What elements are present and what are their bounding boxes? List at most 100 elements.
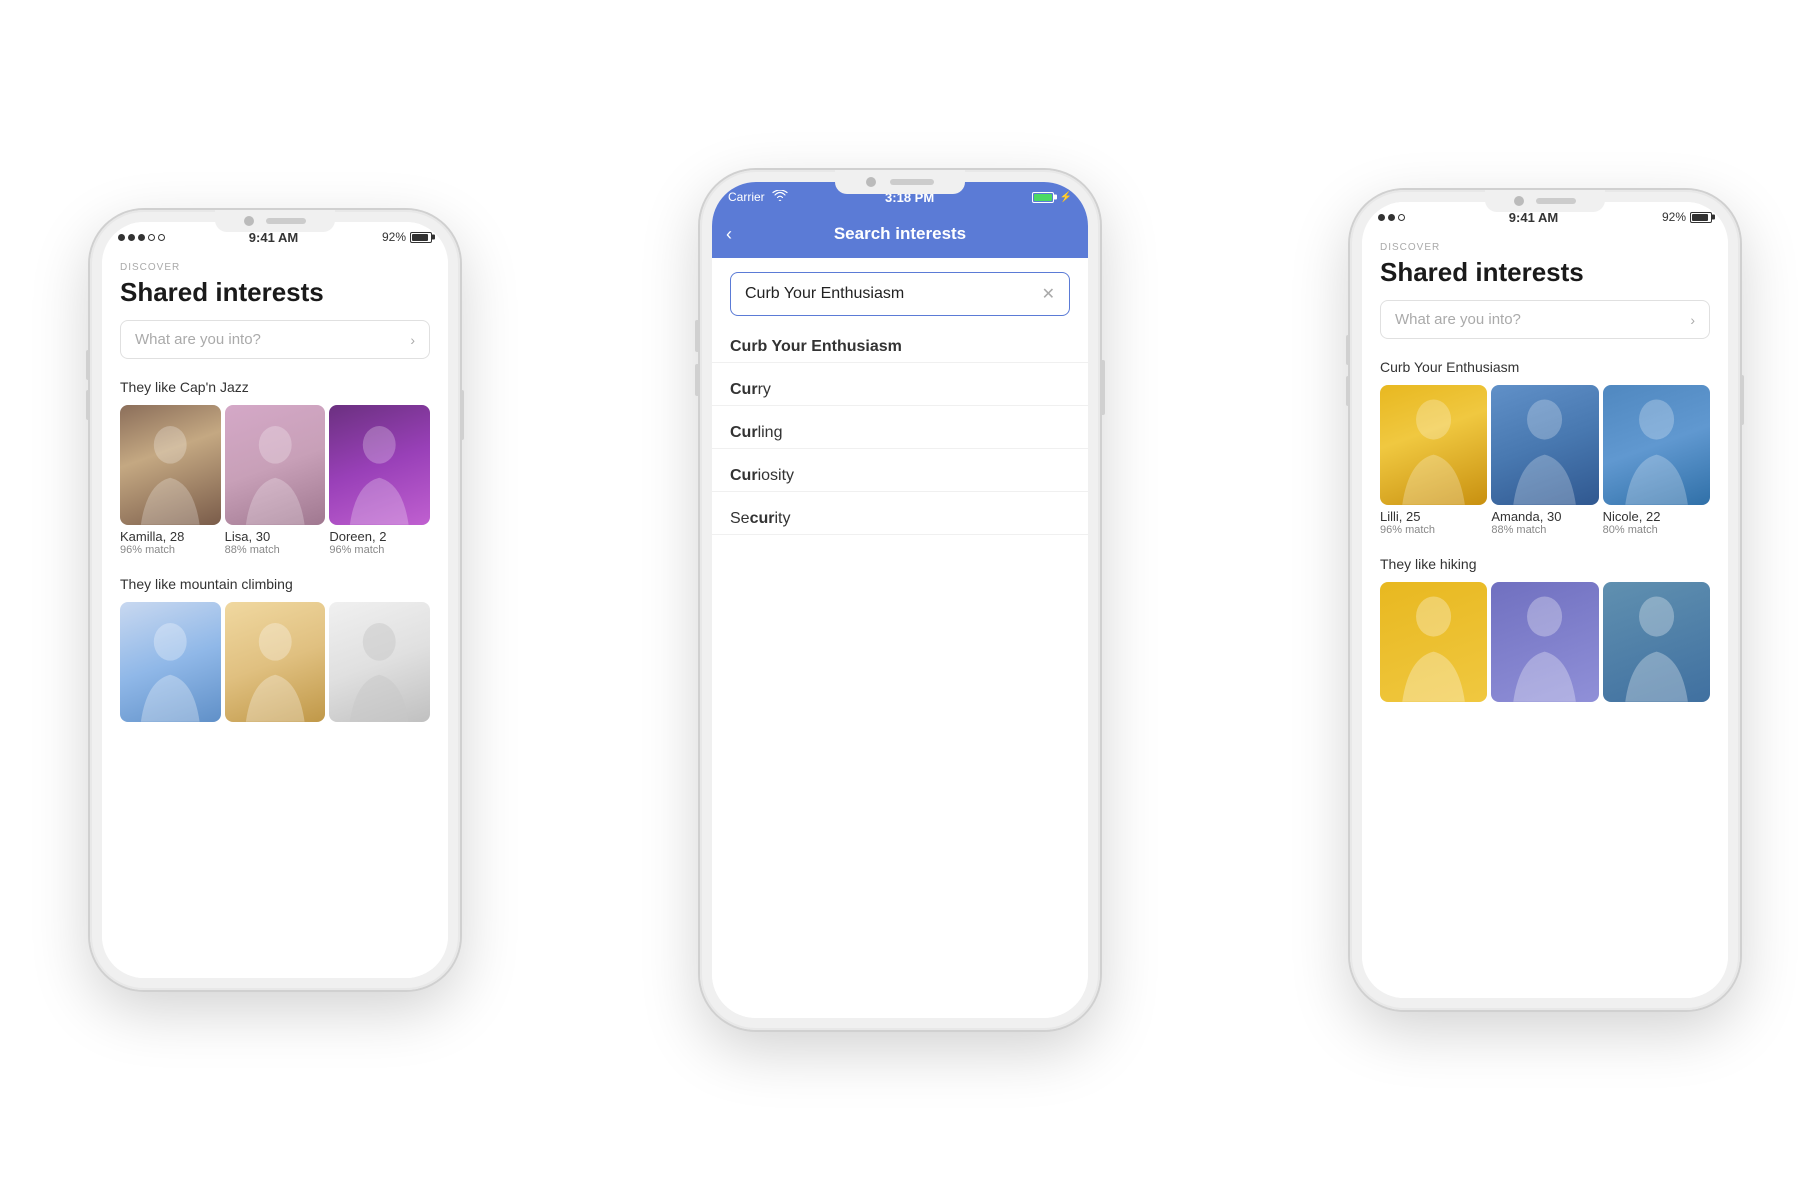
result-security[interactable]: Security bbox=[712, 492, 1088, 535]
person-mc1 bbox=[135, 616, 205, 722]
power-center bbox=[1100, 360, 1105, 415]
discover-title-left: Shared interests bbox=[102, 275, 448, 320]
left-phone-screen: 9:41 AM 92% DISCOVER Shared interests W bbox=[102, 222, 448, 978]
photo-h1 bbox=[1380, 582, 1487, 702]
battery-pct-left: 92% bbox=[382, 230, 406, 244]
carrier-text: Carrier bbox=[728, 190, 765, 204]
name-doreen: Doreen, 2 bbox=[329, 529, 430, 544]
scene: 9:41 AM 92% DISCOVER Shared interests W bbox=[0, 0, 1800, 1200]
battery-tip-right bbox=[1712, 215, 1715, 220]
phone-left: 9:41 AM 92% DISCOVER Shared interests W bbox=[90, 210, 460, 990]
battery-icon-left bbox=[410, 232, 432, 243]
signal-dot4 bbox=[148, 234, 155, 241]
result-curb[interactable]: Curb Your Enthusiasm bbox=[712, 320, 1088, 363]
search-arrow-right: › bbox=[1690, 312, 1695, 328]
profiles-capnjazz: Kamilla, 28 96% match Lisa, 30 bbox=[102, 405, 448, 562]
center-phone-screen: Carrier 3:18 PM bbox=[712, 182, 1088, 1018]
person-amanda bbox=[1507, 392, 1582, 505]
result-curiosity[interactable]: Curiosity bbox=[712, 449, 1088, 492]
profile-mc1[interactable] bbox=[120, 602, 221, 722]
photo-mc1 bbox=[120, 602, 221, 722]
result-prefix-security: Se bbox=[730, 510, 750, 527]
profile-nicole[interactable]: Nicole, 22 80% match bbox=[1603, 385, 1710, 538]
battery-center bbox=[1032, 192, 1054, 203]
camera-right bbox=[1514, 196, 1524, 206]
result-curling[interactable]: Curling bbox=[712, 406, 1088, 449]
result-bold-curry: Cur bbox=[730, 381, 758, 398]
volume-up-btn bbox=[86, 350, 90, 380]
search-input-value: Curb Your Enthusiasm bbox=[745, 285, 1042, 303]
profile-lilli[interactable]: Lilli, 25 96% match bbox=[1380, 385, 1487, 538]
carrier-area: Carrier bbox=[728, 190, 788, 205]
vol-down-right bbox=[1346, 376, 1350, 406]
profile-amanda[interactable]: Amanda, 30 88% match bbox=[1491, 385, 1598, 538]
name-lisa: Lisa, 30 bbox=[225, 529, 326, 544]
profiles-hiking bbox=[1362, 582, 1728, 706]
search-bar-right[interactable]: What are you into? › bbox=[1380, 300, 1710, 339]
section-curb-right: Curb Your Enthusiasm bbox=[1362, 355, 1728, 385]
profiles-mountain bbox=[102, 602, 448, 726]
person-mc3 bbox=[344, 616, 414, 722]
signal-r1 bbox=[1378, 214, 1385, 221]
section-mountain: They like mountain climbing bbox=[102, 572, 448, 602]
match-lilli: 96% match bbox=[1380, 524, 1487, 536]
signal-dot2 bbox=[128, 234, 135, 241]
result-bold-curling: Cur bbox=[730, 424, 758, 441]
person-h1 bbox=[1396, 589, 1471, 702]
battery-fill-center bbox=[1034, 194, 1052, 201]
photo-lisa bbox=[225, 405, 326, 525]
power-btn bbox=[460, 390, 464, 440]
clear-button[interactable]: ✕ bbox=[1042, 284, 1055, 304]
person-mc2 bbox=[240, 616, 310, 722]
result-text-curb: Curb Your Enthusiasm bbox=[730, 338, 1070, 356]
left-screen-content: DISCOVER Shared interests What are you i… bbox=[102, 250, 448, 726]
signal-left bbox=[118, 234, 165, 241]
battery-charge-icon: ⚡ bbox=[1060, 192, 1072, 203]
battery-area-right: 92% bbox=[1662, 210, 1712, 224]
speaker-right bbox=[1536, 198, 1576, 204]
profile-h3[interactable] bbox=[1603, 582, 1710, 702]
section-hiking: They like hiking bbox=[1362, 552, 1728, 582]
battery-fill-left bbox=[412, 234, 428, 241]
person-silhouette-doreen bbox=[344, 419, 414, 525]
name-lilli: Lilli, 25 bbox=[1380, 509, 1487, 524]
profile-doreen[interactable]: Doreen, 2 96% match bbox=[329, 405, 430, 558]
person-nicole bbox=[1619, 392, 1694, 505]
person-silhouette-kamilla bbox=[135, 419, 205, 525]
profile-mc3[interactable] bbox=[329, 602, 430, 722]
battery-pct-right: 92% bbox=[1662, 210, 1686, 224]
result-rest-curiosity: iosity bbox=[758, 467, 794, 484]
volume-down-btn bbox=[86, 390, 90, 420]
result-bold-curb: Curb Your Enthusiasm bbox=[730, 338, 902, 355]
match-doreen: 96% match bbox=[329, 544, 430, 556]
profile-h1[interactable] bbox=[1380, 582, 1487, 702]
speaker-center bbox=[890, 179, 934, 185]
person-lilli bbox=[1396, 392, 1471, 505]
search-arrow-left: › bbox=[410, 332, 415, 348]
camera-dot bbox=[244, 216, 254, 226]
back-button[interactable]: ‹ bbox=[726, 224, 732, 245]
match-lisa: 88% match bbox=[225, 544, 326, 556]
profile-mc2[interactable] bbox=[225, 602, 326, 722]
profile-h2[interactable] bbox=[1491, 582, 1598, 702]
photo-h2 bbox=[1491, 582, 1598, 702]
battery-area-center: ⚡ bbox=[1032, 192, 1072, 203]
speaker-bar bbox=[266, 218, 306, 224]
search-input-container[interactable]: Curb Your Enthusiasm ✕ bbox=[730, 272, 1070, 316]
search-placeholder-right: What are you into? bbox=[1395, 311, 1690, 328]
vol-up-right bbox=[1346, 335, 1350, 365]
profiles-curb-right: Lilli, 25 96% match Amanda, 30 bbox=[1362, 385, 1728, 542]
photo-doreen bbox=[329, 405, 430, 525]
profile-kamilla[interactable]: Kamilla, 28 96% match bbox=[120, 405, 221, 558]
match-kamilla: 96% match bbox=[120, 544, 221, 556]
profile-lisa[interactable]: Lisa, 30 88% match bbox=[225, 405, 326, 558]
name-nicole: Nicole, 22 bbox=[1603, 509, 1710, 524]
result-text-curry: Curry bbox=[730, 381, 1070, 399]
battery-tip-center bbox=[1054, 195, 1057, 200]
battery-icon-right bbox=[1690, 212, 1712, 223]
search-results: Curb Your Enthusiasm Curry Curling bbox=[712, 320, 1088, 535]
person-h3 bbox=[1619, 589, 1694, 702]
photo-kamilla bbox=[120, 405, 221, 525]
result-curry[interactable]: Curry bbox=[712, 363, 1088, 406]
search-bar-left[interactable]: What are you into? › bbox=[120, 320, 430, 359]
